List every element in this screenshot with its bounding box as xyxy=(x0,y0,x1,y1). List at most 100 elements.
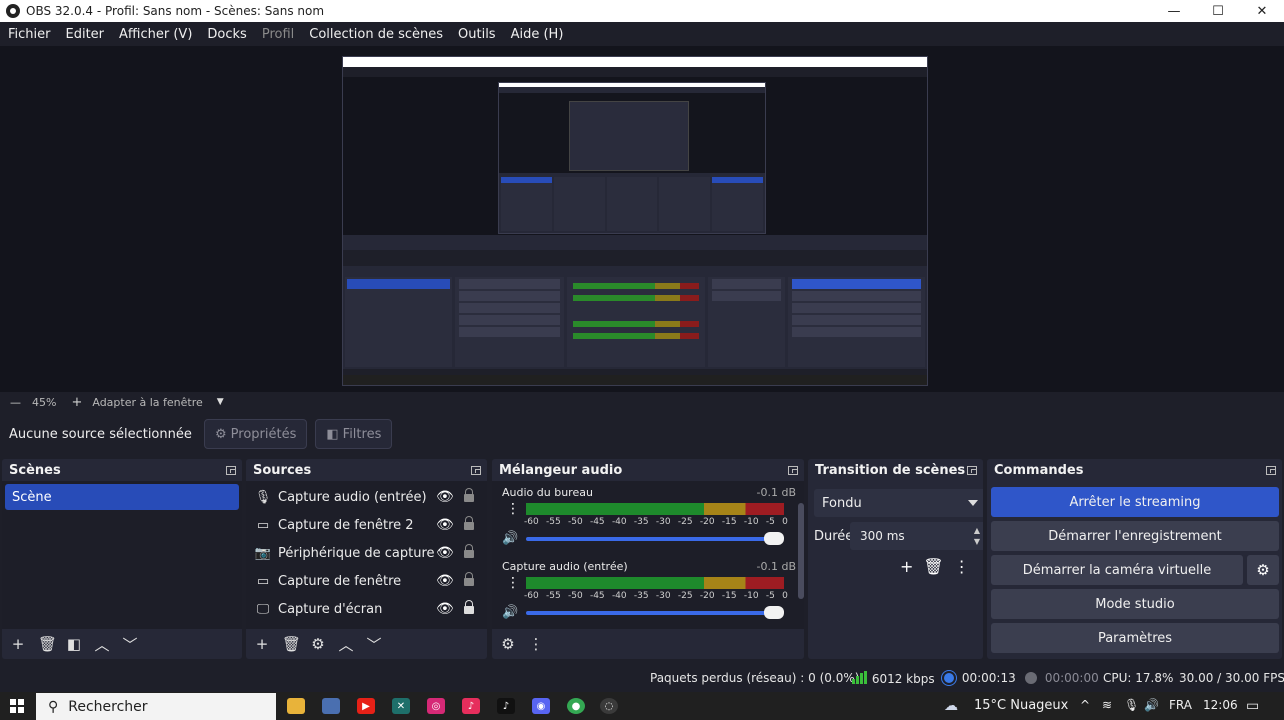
menu-help[interactable]: Aide (H) xyxy=(511,27,564,42)
clock[interactable]: 12:06 xyxy=(1203,698,1238,712)
language-indicator[interactable]: FRA xyxy=(1169,698,1192,712)
visibility-eye-icon[interactable]: 👁 xyxy=(436,545,454,561)
spin-arrows-icon[interactable]: ▲ ▼ xyxy=(974,525,980,547)
cpu-usage: CPU: 17.8% xyxy=(1103,671,1174,685)
stop-streaming-button[interactable]: Arrêter le streaming xyxy=(991,487,1279,517)
scene-transitions-dock: Transition de scènes Fondu Durée 300 ms … xyxy=(808,459,983,659)
source-row[interactable]: ▭ Capture de fenêtre 👁 xyxy=(246,567,487,595)
start-recording-button[interactable]: Démarrer l'enregistrement xyxy=(991,521,1279,551)
lock-icon[interactable] xyxy=(464,544,474,558)
volume-slider-handle[interactable] xyxy=(764,532,784,545)
minimize-button[interactable]: — xyxy=(1152,0,1196,22)
speaker-icon[interactable]: 🔊 xyxy=(502,531,518,546)
zoom-dropdown-icon[interactable]: ▼ xyxy=(217,397,224,407)
scene-filters-button[interactable]: ◧ xyxy=(66,635,82,653)
move-scene-up-button[interactable]: ︿ xyxy=(94,634,110,655)
weather-text[interactable]: 15°C Nuageux xyxy=(974,698,1068,713)
taskbar-search-box[interactable]: ⚲ Rechercher xyxy=(36,693,276,720)
remove-transition-button[interactable]: 🗑 xyxy=(923,557,943,576)
lock-icon[interactable] xyxy=(464,516,474,530)
studio-mode-button[interactable]: Mode studio xyxy=(991,589,1279,619)
instagram-icon[interactable]: ◎ xyxy=(427,698,445,714)
record-time: 00:00:00 xyxy=(1044,671,1099,685)
source-row[interactable]: 🖵 Capture d'écran 👁 xyxy=(246,595,487,623)
mixer-scrollbar[interactable] xyxy=(798,503,804,599)
menu-view[interactable]: Afficher (V) xyxy=(119,27,192,42)
menu-scene-collection[interactable]: Collection de scènes xyxy=(309,27,443,42)
lock-icon[interactable] xyxy=(464,488,474,502)
menu-profile[interactable]: Profil xyxy=(262,27,294,42)
source-row[interactable]: 🎙 Capture audio (entrée) 👁 xyxy=(246,483,487,511)
chrome-icon[interactable]: ● xyxy=(567,698,585,714)
add-source-button[interactable]: + xyxy=(254,635,270,653)
transition-select[interactable]: Fondu xyxy=(814,489,983,517)
properties-button[interactable]: ⚙ Propriétés xyxy=(204,419,308,449)
filters-button[interactable]: ◧ Filtres xyxy=(315,419,393,449)
lock-icon[interactable] xyxy=(464,572,474,586)
window-title: OBS 32.0.4 - Profil: Sans nom - Scènes: … xyxy=(26,4,325,18)
obs-taskbar-icon[interactable]: ◌ xyxy=(600,698,618,714)
maximize-button[interactable]: ☐ xyxy=(1196,0,1240,22)
scene-item[interactable]: Scène xyxy=(5,484,239,510)
wifi-icon[interactable]: ≋ xyxy=(1102,698,1112,712)
settings-button[interactable]: Paramètres xyxy=(991,623,1279,653)
keyboard-app-icon[interactable] xyxy=(322,698,340,714)
add-transition-button[interactable]: + xyxy=(900,557,913,576)
visibility-eye-icon[interactable]: 👁 xyxy=(436,517,454,533)
move-source-down-button[interactable]: ﹀ xyxy=(366,634,382,655)
notifications-icon[interactable]: ▭ xyxy=(1246,698,1259,714)
monitor-icon: 🖵 xyxy=(256,601,270,617)
source-properties-gear-icon[interactable]: ⚙ xyxy=(310,635,326,653)
volume-slider[interactable] xyxy=(526,537,776,541)
file-explorer-icon[interactable] xyxy=(287,698,305,714)
sources-title: Sources xyxy=(253,462,312,478)
source-row[interactable]: 📷 Périphérique de capture vid 👁 xyxy=(246,539,487,567)
microphone-tray-icon[interactable]: 🎙 xyxy=(1124,698,1139,712)
menu-file[interactable]: Fichier xyxy=(8,27,51,42)
mixer-menu-icon[interactable]: ⋮ xyxy=(528,635,544,653)
undock-icon[interactable] xyxy=(471,465,481,475)
volume-tray-icon[interactable]: 🔊 xyxy=(1144,698,1159,712)
remove-source-button[interactable]: 🗑 xyxy=(282,635,301,653)
channel-menu-icon[interactable]: ⋮ xyxy=(506,576,520,590)
undock-icon[interactable] xyxy=(788,465,798,475)
youtube-icon[interactable]: ▶ xyxy=(357,698,375,714)
add-scene-button[interactable]: + xyxy=(10,635,26,653)
speaker-icon[interactable]: 🔊 xyxy=(502,605,518,620)
virtual-camera-settings-gear-icon[interactable]: ⚙ xyxy=(1247,555,1279,585)
search-icon: ⚲ xyxy=(48,698,59,715)
duration-spinbox[interactable]: 300 ms ▲ ▼ xyxy=(850,522,983,550)
start-virtual-camera-button[interactable]: Démarrer la caméra virtuelle xyxy=(991,555,1243,585)
volume-slider-handle[interactable] xyxy=(764,606,784,619)
remove-scene-button[interactable]: 🗑 xyxy=(38,635,57,653)
visibility-eye-icon[interactable]: 👁 xyxy=(436,601,454,617)
visibility-eye-icon[interactable]: 👁 xyxy=(436,573,454,589)
move-source-up-button[interactable]: ︿ xyxy=(338,634,354,655)
tiktok-icon[interactable]: ♪ xyxy=(497,698,515,714)
tray-chevron-up-icon[interactable]: ^ xyxy=(1080,698,1090,712)
undock-icon[interactable] xyxy=(967,465,977,475)
close-button[interactable]: ✕ xyxy=(1240,0,1284,22)
filter-icon: ◧ xyxy=(326,426,339,442)
menu-edit[interactable]: Editer xyxy=(66,27,105,42)
preview-area[interactable] xyxy=(0,46,1284,392)
discord-icon[interactable]: ◉ xyxy=(532,698,550,714)
undock-icon[interactable] xyxy=(1266,465,1276,475)
capcut-icon[interactable]: ✕ xyxy=(392,698,410,714)
menu-tools[interactable]: Outils xyxy=(458,27,496,42)
zoom-in-button[interactable]: + xyxy=(71,395,82,410)
tiktok-pink-icon[interactable]: ♪ xyxy=(462,698,480,714)
zoom-out-button[interactable]: — xyxy=(10,396,22,409)
transition-menu-icon[interactable]: ⋮ xyxy=(954,557,970,576)
move-scene-down-button[interactable]: ﹀ xyxy=(122,634,138,655)
windows-start-icon[interactable] xyxy=(10,699,24,713)
volume-slider[interactable] xyxy=(526,611,776,615)
source-row[interactable]: ▭ Capture de fenêtre 2 👁 xyxy=(246,511,487,539)
undock-icon[interactable] xyxy=(226,465,236,475)
channel-menu-icon[interactable]: ⋮ xyxy=(506,502,520,516)
advanced-audio-gear-icon[interactable]: ⚙ xyxy=(500,635,516,653)
lock-icon[interactable] xyxy=(464,600,474,614)
menu-docks[interactable]: Docks xyxy=(207,27,246,42)
visibility-eye-icon[interactable]: 👁 xyxy=(436,489,454,505)
zoom-mode-select[interactable]: Adapter à la fenêtre xyxy=(92,396,202,409)
